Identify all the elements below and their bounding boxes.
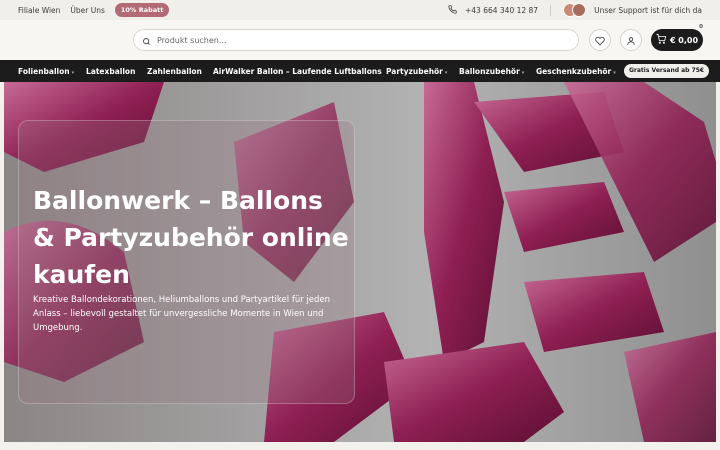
- search-icon: [142, 31, 151, 50]
- nav-item-zahlenballon[interactable]: Zahlenballon: [147, 67, 202, 76]
- nav-item-folienballon[interactable]: Folienballon ▾: [18, 67, 74, 76]
- nav-item-partyzubehoer[interactable]: Partyzubehör ▾: [386, 67, 447, 76]
- about-link[interactable]: Über Uns: [70, 6, 104, 15]
- discount-badge[interactable]: 10% Rabatt: [114, 3, 170, 17]
- support-text: Unser Support ist für dich da: [594, 5, 702, 15]
- nav-item-label: Geschenkzubehör: [536, 67, 612, 76]
- nav-item-label: Latexballon: [86, 67, 136, 76]
- top-bar: Filiale Wien Über Uns 10% Rabatt +43 664…: [0, 0, 720, 20]
- store-link[interactable]: Filiale Wien: [18, 6, 60, 15]
- top-bar-left: Filiale Wien Über Uns 10% Rabatt: [18, 3, 170, 17]
- search-bar[interactable]: [133, 29, 579, 51]
- cart-count-badge: 0: [697, 24, 705, 30]
- top-bar-right: +43 664 340 12 87 Unser Support ist für …: [448, 3, 702, 17]
- nav-item-ballonzubehoer[interactable]: Ballonzubehör ▾: [459, 67, 524, 76]
- heart-icon: [595, 31, 605, 50]
- user-icon: [626, 31, 636, 50]
- nav-item-label: AirWalker Ballon – Laufende Luftballons: [213, 67, 382, 76]
- nav-item-label: Zahlenballon: [147, 67, 202, 76]
- search-input[interactable]: [157, 35, 537, 45]
- avatar: [572, 3, 587, 17]
- phone-number[interactable]: +43 664 340 12 87: [465, 6, 538, 15]
- cart-button[interactable]: € 0,00 0: [651, 24, 705, 51]
- free-shipping-badge: Gratis Versand ab 75€: [624, 64, 710, 78]
- phone-icon: [448, 4, 457, 16]
- chevron-down-icon: ▾: [444, 70, 448, 76]
- header: € 0,00 0: [0, 20, 720, 60]
- wishlist-button[interactable]: [589, 29, 611, 51]
- cart-icon: [656, 34, 667, 46]
- support-avatars: [563, 3, 587, 17]
- nav-item-label: Folienballon: [18, 67, 70, 76]
- nav-item-latexballon[interactable]: Latexballon: [86, 67, 135, 76]
- account-button[interactable]: [620, 29, 642, 51]
- hero-description: Kreative Ballondekorationen, Heliumballo…: [33, 295, 331, 333]
- chevron-down-icon: ▾: [521, 70, 525, 76]
- page-bottom-strip: [0, 442, 720, 450]
- nav-item-label: Ballonzubehör: [459, 67, 520, 76]
- cart-total: € 0,00: [669, 35, 699, 45]
- chevron-down-icon: ▾: [71, 70, 75, 76]
- hero-banner: Ballonwerk – Ballons & Partyzubehör onli…: [4, 82, 716, 442]
- chevron-down-icon: ▾: [613, 70, 616, 76]
- nav-item-label: Partyzubehör: [386, 67, 443, 76]
- nav-item-geschenkzubehoer[interactable]: Geschenkzubehör ▾: [536, 67, 616, 76]
- nav-item-airwalker[interactable]: AirWalker Ballon – Laufende Luftballons: [213, 67, 382, 76]
- divider: [550, 4, 552, 16]
- main-nav: Folienballon ▾ Latexballon Zahlenballon A…: [0, 60, 720, 82]
- hero-title: Ballonwerk – Ballons & Partyzubehör onli…: [33, 186, 349, 289]
